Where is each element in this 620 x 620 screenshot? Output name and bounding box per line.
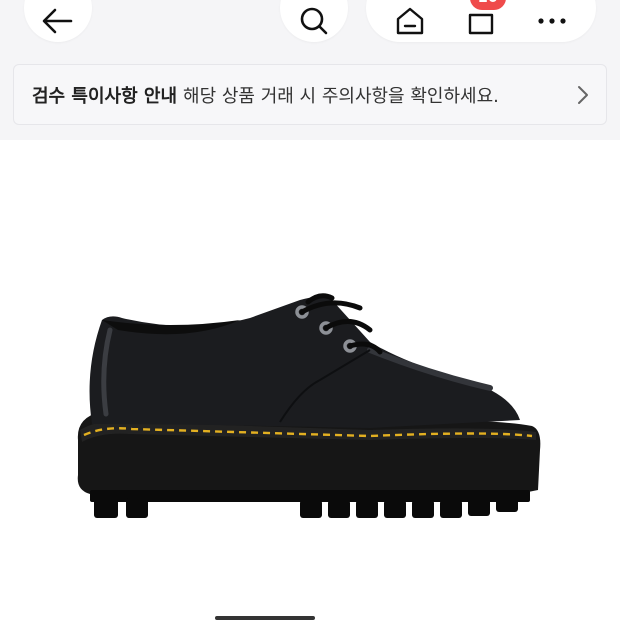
chevron-right-icon — [576, 84, 590, 110]
bag-icon — [466, 6, 496, 36]
notice-message: 해당 상품 거래 시 주의사항을 확인하세요. — [183, 85, 499, 107]
home-icon — [395, 6, 425, 36]
inspection-notice-banner[interactable]: 검수 특이사항 안내 해당 상품 거래 시 주의사항을 확인하세요. — [13, 64, 607, 125]
notice-title: 검수 특이사항 안내 — [32, 85, 178, 107]
back-button[interactable] — [24, 0, 92, 42]
more-button[interactable] — [524, 0, 580, 36]
product-image-area[interactable] — [0, 140, 620, 620]
top-navigation-bar: 20 — [0, 0, 620, 56]
image-pager-indicator — [215, 616, 315, 620]
search-button[interactable] — [280, 0, 348, 42]
arrow-left-icon — [41, 7, 75, 35]
product-image — [77, 293, 541, 518]
home-button[interactable] — [382, 0, 438, 36]
notice-text: 검수 특이사항 안내 해당 상품 거래 시 주의사항을 확인하세요. — [32, 82, 499, 108]
more-dots-icon — [537, 16, 567, 26]
search-icon — [299, 6, 329, 36]
